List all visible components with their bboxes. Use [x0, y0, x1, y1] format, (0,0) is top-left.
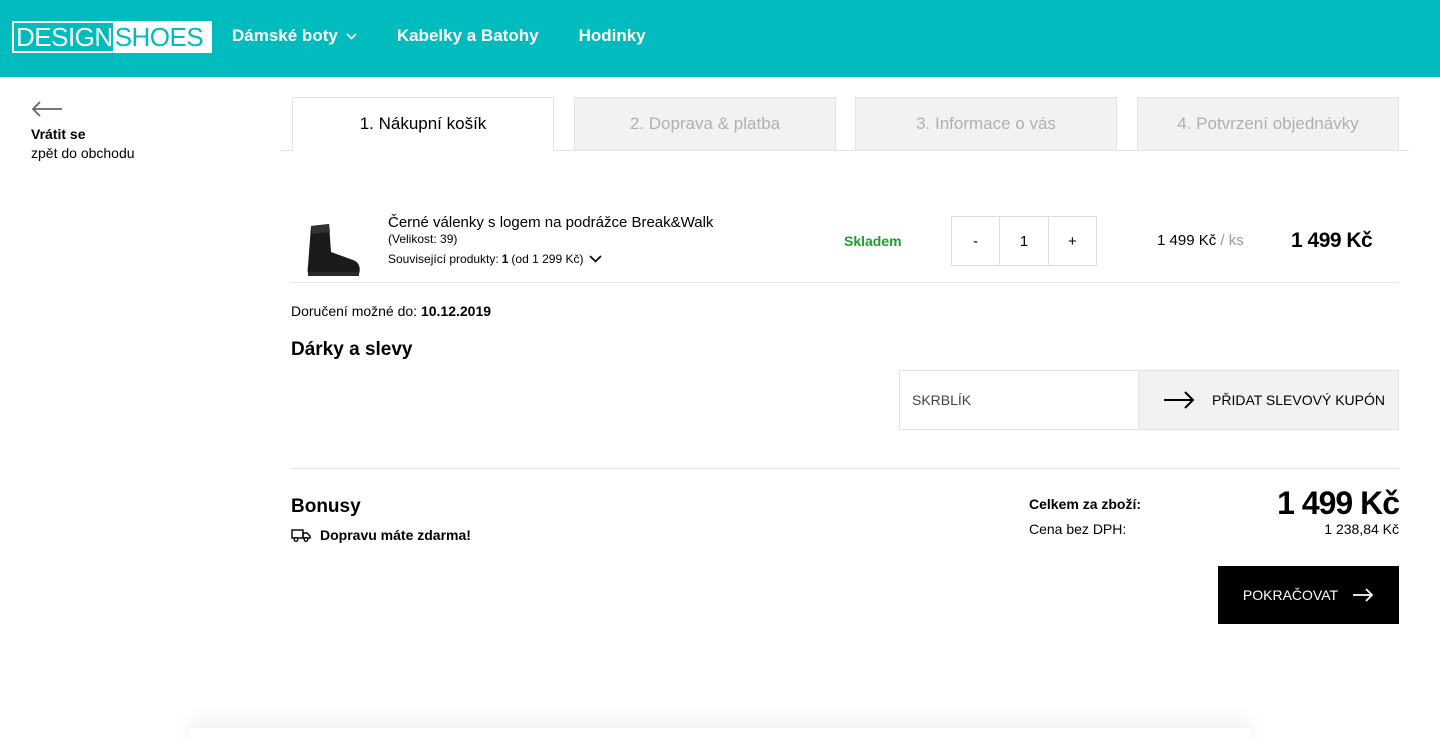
logo-design-text: DESIGN [16, 22, 113, 52]
back-link-subtitle: zpět do obchodu [31, 145, 135, 161]
qty-decrease-button[interactable]: - [952, 217, 999, 265]
related-from-price: (od 1 299 Kč) [511, 252, 584, 266]
checkout-steps: 1. Nákupní košík 2. Doprava & platba 3. … [281, 97, 1409, 151]
unit-price-value: 1 499 Kč [1157, 232, 1217, 249]
related-count: 1 [501, 252, 509, 266]
net-price-value: 1 238,84 Kč [1324, 521, 1399, 537]
bonus-heading: Bonusy [291, 496, 361, 517]
add-coupon-label: PŘIDAT SLEVOVÝ KUPÓN [1212, 392, 1385, 408]
delivery-date: Doručení možné do: 10.12.2019 [291, 303, 491, 319]
total-label: Celkem za zboží: [1029, 496, 1142, 512]
line-total: 1 499 Kč [1291, 229, 1373, 252]
tab-customer-info[interactable]: 3. Informace o vás [855, 97, 1117, 151]
nav-item-damske-boty[interactable]: Dámské boty [232, 26, 357, 46]
nav-item-kabelky[interactable]: Kabelky a Batohy [397, 26, 539, 46]
nav-item-label: Kabelky a Batohy [396, 26, 539, 45]
unit-suffix: / ks [1220, 232, 1244, 249]
order-total: 1 499 Kč [1277, 485, 1400, 521]
qty-increase-button[interactable]: + [1049, 217, 1096, 265]
qty-value[interactable]: 1 [999, 217, 1049, 265]
gifts-heading: Dárky a slevy [291, 339, 413, 360]
arrow-right-icon [1164, 391, 1195, 409]
delivery-label: Doručení možné do: [291, 303, 418, 319]
nav-item-label: Dámské boty [232, 26, 338, 45]
stock-status: Skladem [844, 233, 902, 249]
related-label: Související produkty: [388, 252, 499, 266]
product-image[interactable] [303, 222, 363, 278]
product-size: (Velikost: 39) [388, 232, 458, 246]
logo-shoes-text: SHOES [112, 23, 210, 51]
free-shipping-text: Dopravu máte zdarma! [320, 527, 471, 543]
section-divider [291, 468, 1399, 469]
footer-shadow [190, 728, 1250, 738]
related-products-toggle[interactable]: Související produkty: 1 (od 1 299 Kč) [388, 252, 603, 266]
coupon-form: PŘIDAT SLEVOVÝ KUPÓN [899, 370, 1399, 430]
site-header: DESIGN SHOES Dámské boty Kabelky a Batoh… [0, 0, 1440, 77]
nav-item-label: Hodinky [578, 26, 646, 45]
nav-item-hodinky[interactable]: Hodinky [579, 26, 646, 46]
truck-icon [291, 529, 311, 542]
main-nav: Dámské boty Kabelky a Batohy Hodinky [232, 26, 686, 46]
unit-price: 1 499 Kč / ks [1157, 232, 1244, 249]
tab-cart[interactable]: 1. Nákupní košík [292, 97, 554, 151]
arrow-left-icon [31, 101, 62, 117]
continue-label: POKRAČOVAT [1242, 587, 1339, 603]
tab-shipping-payment[interactable]: 2. Doprava & platba [574, 97, 836, 151]
back-to-shop-link[interactable]: Vrátit se zpět do obchodu [31, 101, 135, 163]
add-coupon-button[interactable]: PŘIDAT SLEVOVÝ KUPÓN [1139, 371, 1398, 429]
chevron-down-icon [346, 32, 357, 40]
cart-item-row: Černé válenky s logem na podrážce Break&… [291, 200, 1399, 283]
chevron-down-icon [589, 255, 603, 263]
delivery-date-value: 10.12.2019 [420, 303, 492, 319]
arrow-right-icon [1353, 588, 1374, 602]
product-name[interactable]: Černé válenky s logem na podrážce Break&… [388, 214, 713, 231]
continue-button[interactable]: POKRAČOVAT [1218, 566, 1399, 624]
quantity-stepper: - 1 + [951, 216, 1097, 266]
coupon-input[interactable] [900, 371, 1139, 429]
free-shipping-note: Dopravu máte zdarma! [291, 527, 471, 543]
net-price-label: Cena bez DPH: [1029, 521, 1127, 537]
tab-order-confirmation[interactable]: 4. Potvrzení objednávky [1137, 97, 1399, 151]
back-link-title: Vrátit se [31, 126, 86, 142]
site-logo[interactable]: DESIGN SHOES [12, 21, 212, 53]
